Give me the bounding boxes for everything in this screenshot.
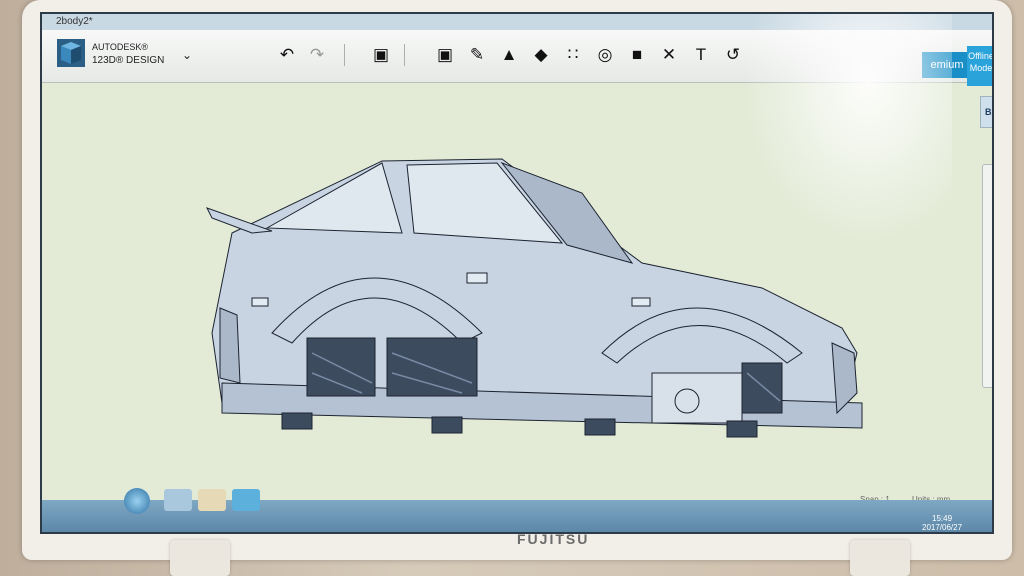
navigation-bar: ✥ ◉ ⚲ ▣ ■ ◉ ▦ ◈ — [982, 164, 993, 388]
pan-icon[interactable]: ✥ — [988, 171, 992, 191]
toolbar-divider — [404, 44, 405, 66]
app-vendor: AUTODESK® — [92, 42, 148, 52]
system-clock[interactable]: 15:49 2017/06/27 — [922, 514, 962, 532]
primitives-tool-icon[interactable]: ▣ — [432, 42, 458, 68]
clock-time: 15:49 — [932, 514, 953, 523]
offline-mode-button[interactable]: Offline Mode — [967, 46, 992, 86]
add-primitive-icon[interactable]: ▣ — [368, 42, 394, 68]
view-cube-icon[interactable]: ■ — [988, 279, 992, 299]
screen: 2body2* AUTODESK® 123D® DESIGN ⌄ ↶ ↷ ▣ ▣… — [40, 12, 994, 534]
sketch-tool-icon[interactable]: ✎ — [464, 42, 490, 68]
fit-view-icon[interactable]: ▣ — [988, 253, 993, 273]
app-logo-icon[interactable] — [56, 38, 86, 68]
visibility-icon[interactable]: ◉ — [988, 305, 992, 325]
start-button-icon[interactable] — [124, 488, 150, 514]
undo-arrow-icon[interactable]: ↶ — [274, 42, 300, 68]
laptop-hinge — [850, 540, 910, 576]
screen-glare — [742, 14, 952, 244]
taskbar-folder-icon[interactable] — [198, 489, 226, 511]
document-title: 2body2* — [56, 16, 93, 27]
construct-tool-icon[interactable]: ▲ — [496, 42, 522, 68]
material-icon[interactable]: ◈ — [988, 359, 992, 379]
zoom-icon[interactable]: ⚲ — [988, 223, 992, 243]
text-tool-icon[interactable]: T — [688, 42, 714, 68]
clock-date: 2017/06/27 — [922, 523, 963, 532]
orbit-icon[interactable]: ◉ — [988, 197, 992, 217]
redo-arrow-icon[interactable]: ↷ — [304, 42, 330, 68]
taskbar-123d-icon[interactable] — [232, 489, 260, 511]
toolbar-divider — [344, 44, 345, 66]
back-button[interactable]: BACK — [980, 96, 992, 128]
app-name: 123D® DESIGN — [92, 55, 165, 66]
laptop-hinge — [170, 540, 230, 576]
grid-icon[interactable]: ▦ — [988, 331, 993, 351]
modify-tool-icon[interactable]: ◆ — [528, 42, 554, 68]
combine-tool-icon[interactable]: ■ — [624, 42, 650, 68]
grouping-tool-icon[interactable]: ◎ — [592, 42, 618, 68]
chevron-down-icon[interactable]: ⌄ — [182, 48, 192, 62]
taskbar-app-icon[interactable] — [164, 489, 192, 511]
pattern-tool-icon[interactable]: ∷ — [560, 42, 586, 68]
measure-tool-icon[interactable]: ✕ — [656, 42, 682, 68]
